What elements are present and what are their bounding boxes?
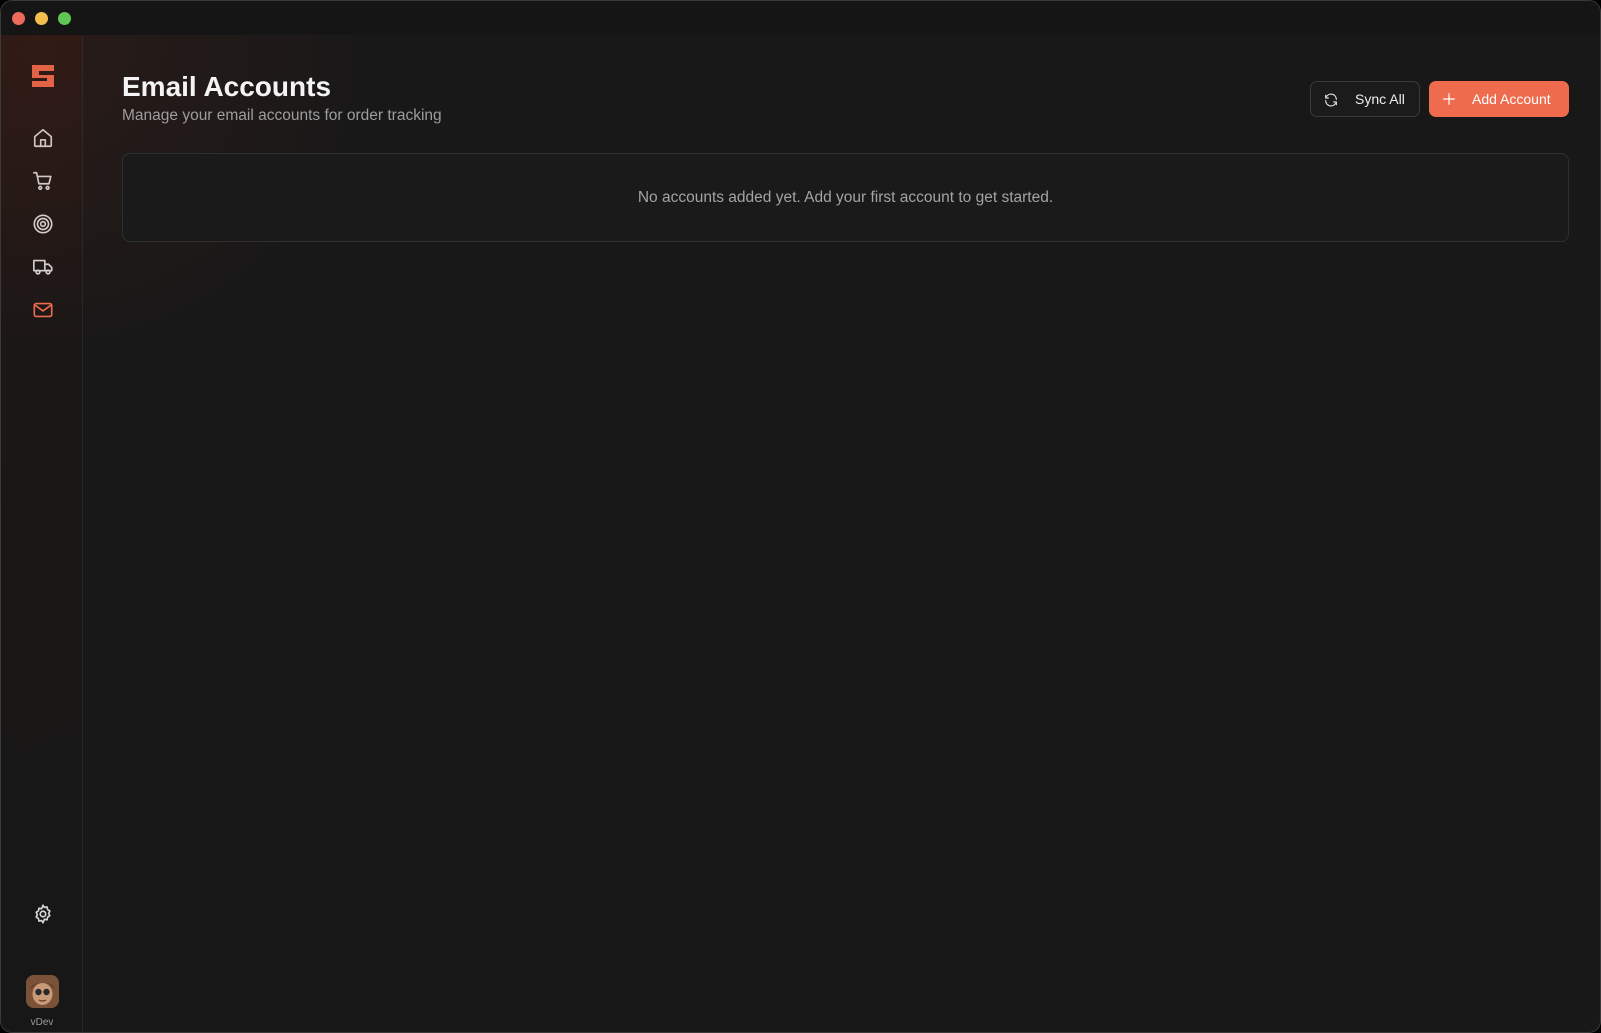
empty-state-message: No accounts added yet. Add your first ac… [637,188,1054,206]
main-content: Email Accounts Manage your email account… [83,35,1600,1032]
app-window: vDev Email Accounts Manage your email ac… [0,0,1601,1033]
title-bar [1,1,1600,35]
add-account-button[interactable]: Add Account [1429,81,1569,117]
maximize-window-button[interactable] [58,12,71,25]
sidebar-item-orders[interactable] [27,165,59,197]
mail-icon [33,302,53,318]
close-window-button[interactable] [12,12,25,25]
refresh-icon [1325,93,1337,107]
app-logo[interactable] [30,62,56,90]
sync-all-button[interactable]: Sync All [1310,81,1420,117]
plus-icon [1443,93,1455,105]
settings-button[interactable] [27,898,59,930]
sidebar-item-email-accounts[interactable] [27,294,59,326]
target-icon [33,214,53,234]
sidebar-item-tracking[interactable] [27,208,59,240]
truck-icon [33,259,53,275]
user-name: vDev [30,1017,54,1028]
gear-icon [35,904,51,924]
user-avatar-image [26,975,59,1008]
sidebar-item-home[interactable] [27,122,59,154]
sync-all-label: Sync All [1355,91,1405,107]
cart-icon [33,171,52,191]
minimize-window-button[interactable] [35,12,48,25]
page-subtitle: Manage your email accounts for order tra… [122,107,442,124]
page-title: Email Accounts [122,71,332,102]
sidebar-item-shipments[interactable] [27,251,59,283]
empty-state-card: No accounts added yet. Add your first ac… [122,153,1569,242]
avatar[interactable] [26,975,59,1008]
home-icon [33,128,53,148]
add-account-label: Add Account [1472,91,1551,107]
sidebar: vDev [1,35,83,1032]
